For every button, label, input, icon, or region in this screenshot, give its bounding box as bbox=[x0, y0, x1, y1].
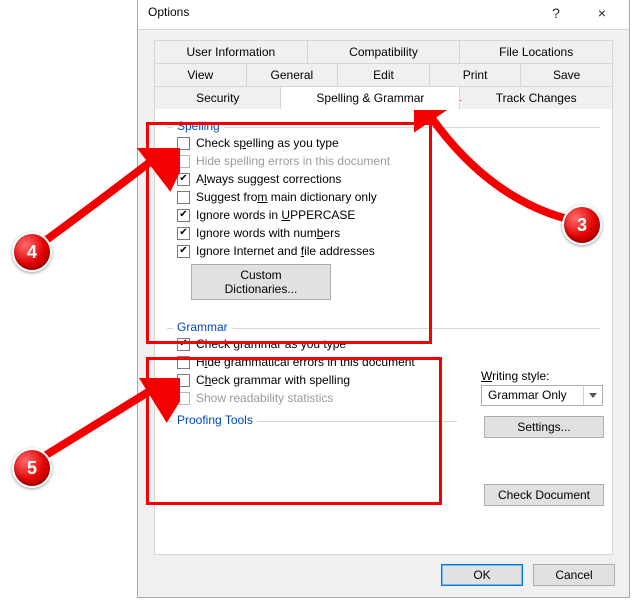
spelling-label-2: Always suggest corrections bbox=[196, 172, 341, 186]
tab-compatibility[interactable]: Compatibility bbox=[308, 40, 461, 64]
close-button[interactable]: × bbox=[583, 0, 621, 27]
writing-style-panel: Writing style: Grammar Only Settings... … bbox=[481, 369, 607, 506]
chevron-down-icon bbox=[583, 386, 602, 405]
spelling-option-3: Suggest from main dictionary only bbox=[177, 188, 600, 206]
custom-dictionaries-button[interactable]: Custom Dictionaries... bbox=[191, 264, 331, 300]
tab-track-changes[interactable]: Track Changes bbox=[460, 87, 613, 110]
tab-file-locations[interactable]: File Locations bbox=[460, 40, 613, 64]
grammar-label-2: Check grammar with spelling bbox=[196, 373, 350, 387]
annotation-badge-5: 5 bbox=[12, 448, 52, 488]
tab-general[interactable]: General bbox=[247, 64, 339, 87]
grammar-label-3: Show readability statistics bbox=[196, 391, 333, 405]
tab-user-information[interactable]: User Information bbox=[154, 40, 308, 64]
ok-button[interactable]: OK bbox=[441, 564, 523, 586]
spelling-option-2: Always suggest corrections bbox=[177, 170, 600, 188]
writing-style-dropdown[interactable]: Grammar Only bbox=[481, 385, 603, 406]
spelling-label-3: Suggest from main dictionary only bbox=[196, 190, 377, 204]
group-spelling: Spelling Check spelling as you typeHide … bbox=[167, 127, 600, 300]
group-proofing-tools: Proofing Tools bbox=[167, 421, 457, 422]
tab-print[interactable]: Print bbox=[430, 64, 522, 87]
tab-security[interactable]: Security bbox=[154, 87, 281, 110]
annotation-badge-4: 4 bbox=[12, 232, 52, 272]
spelling-checkbox-2[interactable] bbox=[177, 173, 190, 186]
grammar-option-0: Check grammar as you type bbox=[177, 335, 600, 353]
titlebar: Options ? × bbox=[138, 0, 629, 30]
grammar-label-0: Check grammar as you type bbox=[196, 337, 346, 351]
tab-spelling-grammar[interactable]: Spelling & Grammar bbox=[281, 87, 460, 110]
tab-panel-spelling-grammar: Spelling Check spelling as you type Hide … bbox=[154, 109, 613, 555]
spelling-option-4: Ignore words in UPPERCASE bbox=[177, 206, 600, 224]
spelling-checkbox-0[interactable] bbox=[177, 137, 190, 150]
spelling-checkbox-5[interactable] bbox=[177, 227, 190, 240]
options-dialog: Options ? × User Information Compatibili… bbox=[137, 0, 630, 598]
tabstrip: User Information Compatibility File Loca… bbox=[154, 40, 613, 555]
writing-style-value: Grammar Only bbox=[482, 386, 583, 405]
check-document-button[interactable]: Check Document bbox=[484, 484, 604, 506]
spelling-option-5: Ignore words with numbers bbox=[177, 224, 600, 242]
spelling-label-6: Ignore Internet and file addresses bbox=[196, 244, 375, 258]
cancel-button[interactable]: Cancel bbox=[533, 564, 615, 586]
dialog-buttons: OK Cancel bbox=[441, 564, 615, 586]
settings-button[interactable]: Settings... bbox=[484, 416, 604, 438]
spelling-checkbox-1 bbox=[177, 155, 190, 168]
writing-style-label: Writing style: bbox=[481, 369, 607, 383]
help-button[interactable]: ? bbox=[537, 0, 575, 27]
spelling-label-4: Ignore words in UPPERCASE bbox=[196, 208, 355, 222]
grammar-checkbox-3 bbox=[177, 392, 190, 405]
spelling-label-1: Hide spelling errors in this document bbox=[196, 154, 390, 168]
spelling-option-6: Ignore Internet and file addresses bbox=[177, 242, 600, 260]
group-legend-proofing: Proofing Tools bbox=[173, 413, 257, 427]
grammar-checkbox-2[interactable] bbox=[177, 374, 190, 387]
tab-view[interactable]: View bbox=[154, 64, 247, 87]
spelling-checkbox-3[interactable] bbox=[177, 191, 190, 204]
tab-save[interactable]: Save bbox=[521, 64, 613, 87]
group-legend-grammar: Grammar bbox=[173, 320, 232, 334]
tab-edit[interactable]: Edit bbox=[338, 64, 430, 87]
spelling-option-0: Check spelling as you type bbox=[177, 134, 600, 152]
spelling-checkbox-4[interactable] bbox=[177, 209, 190, 222]
grammar-label-1: Hide grammatical errors in this document bbox=[196, 355, 415, 369]
spelling-label-0: Check spelling as you type bbox=[196, 136, 339, 150]
spelling-checkbox-6[interactable] bbox=[177, 245, 190, 258]
group-legend-spelling: Spelling bbox=[173, 119, 224, 133]
spelling-option-1: Hide spelling errors in this document bbox=[177, 152, 600, 170]
spelling-label-5: Ignore words with numbers bbox=[196, 226, 340, 240]
dialog-title: Options bbox=[148, 5, 189, 19]
grammar-checkbox-0[interactable] bbox=[177, 338, 190, 351]
grammar-checkbox-1[interactable] bbox=[177, 356, 190, 369]
